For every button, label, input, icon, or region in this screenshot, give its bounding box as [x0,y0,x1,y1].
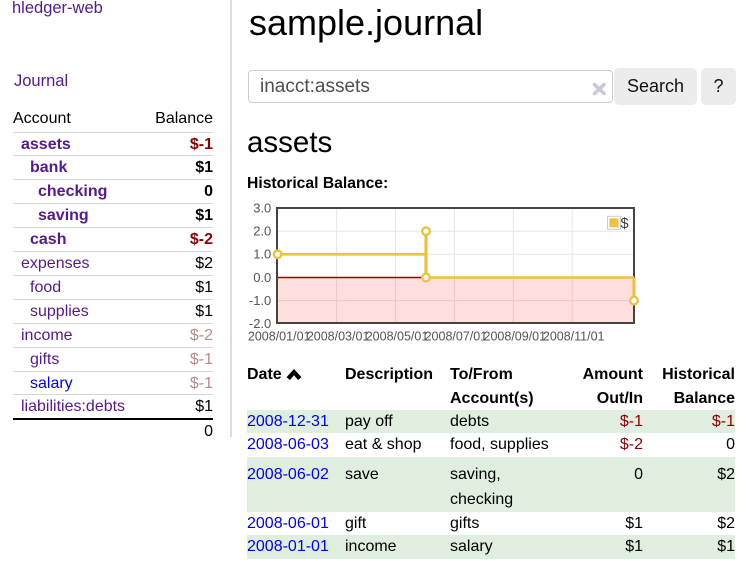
svg-text:2008/09/01: 2008/09/01 [484,329,547,343]
svg-text:2008/11/01: 2008/11/01 [543,329,605,343]
svg-text:$: $ [621,216,629,232]
svg-text:1.0: 1.0 [253,247,271,262]
svg-text:-1.0: -1.0 [249,293,271,308]
svg-text:2008/05/01: 2008/05/01 [366,329,429,343]
svg-text:2008/07/01: 2008/07/01 [425,329,488,343]
svg-text:0.0: 0.0 [253,270,271,285]
svg-text:3.0: 3.0 [253,200,271,215]
svg-text:2008/01/01: 2008/01/01 [248,329,311,343]
svg-text:2008/03/01: 2008/03/01 [307,329,370,343]
svg-text:2.0: 2.0 [253,224,271,239]
